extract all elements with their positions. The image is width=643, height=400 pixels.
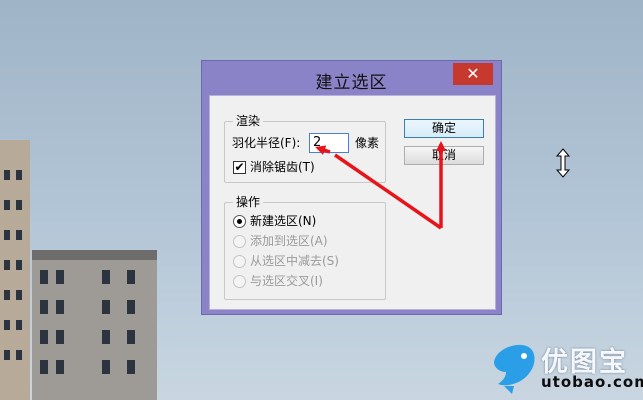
bird-logo-icon <box>494 344 535 394</box>
annotation-arrow-path <box>334 153 442 230</box>
watermark-domain: utobao.com <box>541 373 643 391</box>
vertical-resize-cursor-icon <box>555 148 571 178</box>
annotation-arrow-to-input <box>315 145 331 155</box>
